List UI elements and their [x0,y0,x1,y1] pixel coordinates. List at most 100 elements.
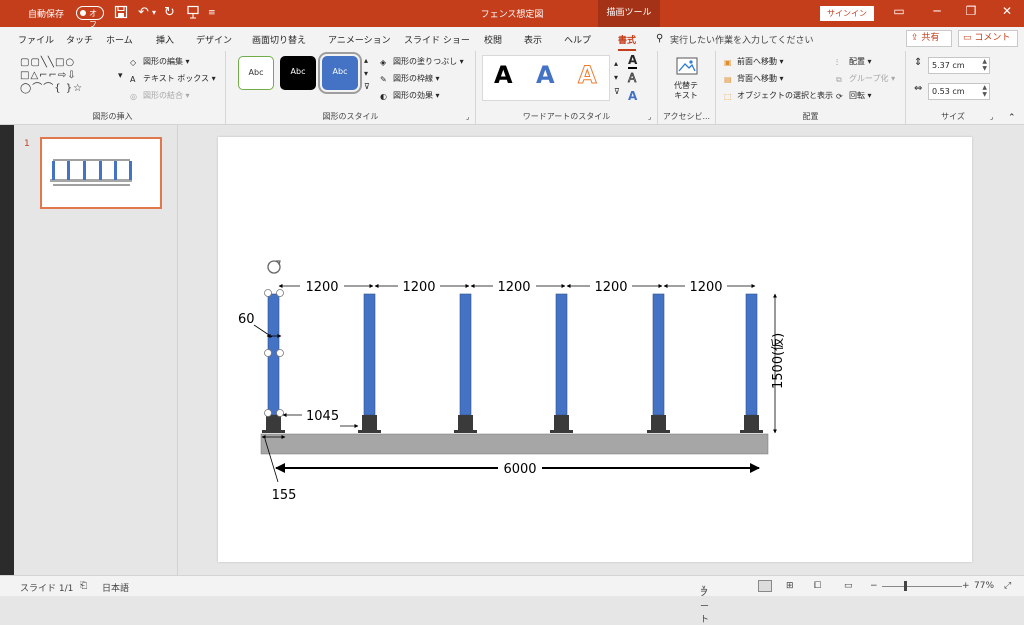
size-launcher-icon[interactable]: ⌟ [990,113,993,121]
spacing-label: 1200 [594,280,627,295]
share-button[interactable]: ⇪ 共有 [906,30,952,47]
styles-more-icon[interactable]: ⊽ [364,82,370,91]
rotate-button[interactable]: ⟳ 回転 ▾ [836,90,872,101]
slide-thumbnails-panel: 1 [14,125,178,575]
text-fill-button[interactable]: A [628,53,638,69]
tab-review[interactable]: 校閲 [484,33,502,46]
title-bar: 自動保存 オフ ↶ ▾ ↻ ≡ フェンス想定図 描画ツール サインイン ▭ ─ … [0,0,1024,29]
merge-shapes-button[interactable]: ◎ 図形の結合 ▾ [130,90,190,101]
zoom-level[interactable]: 77% [974,581,994,591]
tab-file[interactable]: ファイル [18,33,54,46]
comment-button[interactable]: ▭ コメント [958,30,1018,47]
tab-animations[interactable]: アニメーション [328,33,391,46]
drawing-tools-context: 描画ツール [598,0,660,27]
comment-label: コメント [974,33,1011,43]
rotate-handle-icon[interactable] [267,260,281,274]
text-box-button[interactable]: A テキスト ボックス ▾ [130,73,216,84]
tab-transitions[interactable]: 画面切り替え [252,33,306,46]
zoom-slider[interactable] [882,586,962,587]
group-label-shape-styles: 図形のスタイル [322,112,379,121]
zoom-slider-thumb[interactable] [904,581,907,591]
height-input[interactable]: 5.37 cm ▲ ▼ [928,57,990,74]
alt-text-line2: キスト [674,91,698,100]
tab-format[interactable]: 書式 [618,33,637,51]
text-box-icon: A [130,75,136,84]
language-indicator[interactable]: 日本語 [102,581,129,594]
styles-scroll-up-icon[interactable]: ▴ [364,56,368,65]
normal-view-icon[interactable] [758,580,772,592]
bring-forward-button[interactable]: ▣ 前面へ移動 ▾ [724,56,784,67]
wordart-scroll-up-icon[interactable]: ▴ [614,59,618,68]
ribbon-tabs: ファイル タッチ ホーム 挿入 デザイン 画面切り替え アニメーション スライド… [0,27,1024,51]
shapes-gallery[interactable]: ▢▢╲╲□○ □△⌐⌐⇨⇩ ◯⌒⌒{ }☆ [20,56,128,95]
zoom-out-icon[interactable]: − [870,581,878,591]
selection-pane-button[interactable]: ⬚ オブジェクトの選択と表示 [724,90,833,101]
shape-style-black[interactable]: Abc [280,56,316,90]
tell-me-input[interactable]: 実行したい作業を入力してください [670,33,813,46]
text-outline-button[interactable]: A [628,71,637,86]
fence-drawing: 1200 1200 1200 1200 1200 60 1045 1500(仮)… [238,260,786,503]
ribbon: ▢▢╲╲□○ □△⌐⌐⇨⇩ ◯⌒⌒{ }☆ ▾ ◇ 図形の編集 ▾ A テキスト ボック… [0,51,1024,125]
tab-view[interactable]: 表示 [524,33,542,46]
alt-text-button[interactable]: 代替テ キスト [674,81,698,101]
tab-help[interactable]: ヘルプ [564,33,591,46]
shapes-more-icon[interactable]: ▾ [118,71,123,81]
fence-post [647,293,670,433]
shape-styles-launcher-icon[interactable]: ⌟ [466,113,469,121]
shape-effects-button[interactable]: ◐ 図形の効果 ▾ [380,90,440,101]
wordart-launcher-icon[interactable]: ⌟ [648,113,651,121]
ribbon-display-icon[interactable]: ▭ [884,4,914,18]
slide-sorter-icon[interactable]: ⊞ [786,581,794,591]
height-icon: ⇕ [914,57,923,68]
edit-shape-label: 図形の編集 [143,57,183,66]
slide-canvas[interactable]: 1200 1200 1200 1200 1200 60 1045 1500(仮)… [218,137,972,562]
wordart-blue[interactable]: A [536,61,555,89]
slide-editing-area: 1200 1200 1200 1200 1200 60 1045 1500(仮)… [178,125,1024,575]
tab-home[interactable]: ホーム [106,33,133,46]
align-button[interactable]: ⫶ 配置 ▾ [836,56,872,67]
close-icon[interactable]: ✕ [992,4,1022,18]
zoom-in-icon[interactable]: + [962,581,970,591]
styles-scroll-down-icon[interactable]: ▾ [364,69,368,78]
text-effects-button[interactable]: A [628,89,637,103]
minimize-icon[interactable]: ─ [922,4,952,18]
width-spinner-icon[interactable]: ▲ ▼ [982,84,987,98]
spacing-label: 1200 [402,280,435,295]
tab-insert[interactable]: 挿入 [156,33,174,46]
wordart-black[interactable]: A [494,61,513,89]
base-width-label: 155 [272,488,297,503]
fit-slide-icon[interactable]: ⤢ [1004,581,1011,591]
shape-outline-button[interactable]: ✎ 図形の枠線 ▾ [380,73,440,84]
bring-forward-label: 前面へ移動 [737,57,777,66]
align-icon: ⫶ [836,58,838,67]
group-size: ⇕ 5.37 cm ▲ ▼ ⇔ 0.53 cm ▲ ▼ サイズ ⌟ [906,51,1000,125]
group-button[interactable]: ⧉ グループ化 ▾ [836,73,895,84]
paint-bucket-icon: ◈ [380,58,387,67]
width-input[interactable]: 0.53 cm ▲ ▼ [928,83,990,100]
wordart-more-icon[interactable]: ⊽ [614,87,620,96]
slideshow-view-icon[interactable]: ▭ [844,581,853,591]
signin-button[interactable]: サインイン [820,6,874,21]
wordart-scroll-down-icon[interactable]: ▾ [614,73,618,82]
shape-fill-button[interactable]: ◈ 図形の塗りつぶし ▾ [380,56,464,67]
shape-style-outline-green[interactable]: Abc [238,56,274,90]
spacing-label: 1200 [689,280,722,295]
edit-shape-button[interactable]: ◇ 図形の編集 ▾ [130,56,190,67]
reading-view-icon[interactable]: ⧠ [814,581,821,591]
slide-thumbnail[interactable] [40,137,162,209]
fence-post [454,293,477,433]
collapse-ribbon-icon[interactable]: ⌃ [1008,113,1016,123]
spell-check-icon[interactable]: ⎗ [80,581,87,591]
tab-slideshow[interactable]: スライド ショー [404,33,470,46]
edit-shape-icon: ◇ [130,58,137,67]
restore-icon[interactable]: ❐ [956,4,986,18]
shape-style-blue[interactable]: Abc [318,52,362,94]
alt-text-icon[interactable] [676,57,698,80]
wordart-orange-outline[interactable]: A [578,61,598,90]
height-spinner-icon[interactable]: ▲ ▼ [982,58,987,72]
send-backward-icon: ▤ [724,75,732,84]
slide-thumbnail-preview [50,159,132,186]
tab-touch[interactable]: タッチ [66,33,93,46]
tab-design[interactable]: デザイン [196,33,232,46]
send-backward-button[interactable]: ▤ 背面へ移動 ▾ [724,73,784,84]
